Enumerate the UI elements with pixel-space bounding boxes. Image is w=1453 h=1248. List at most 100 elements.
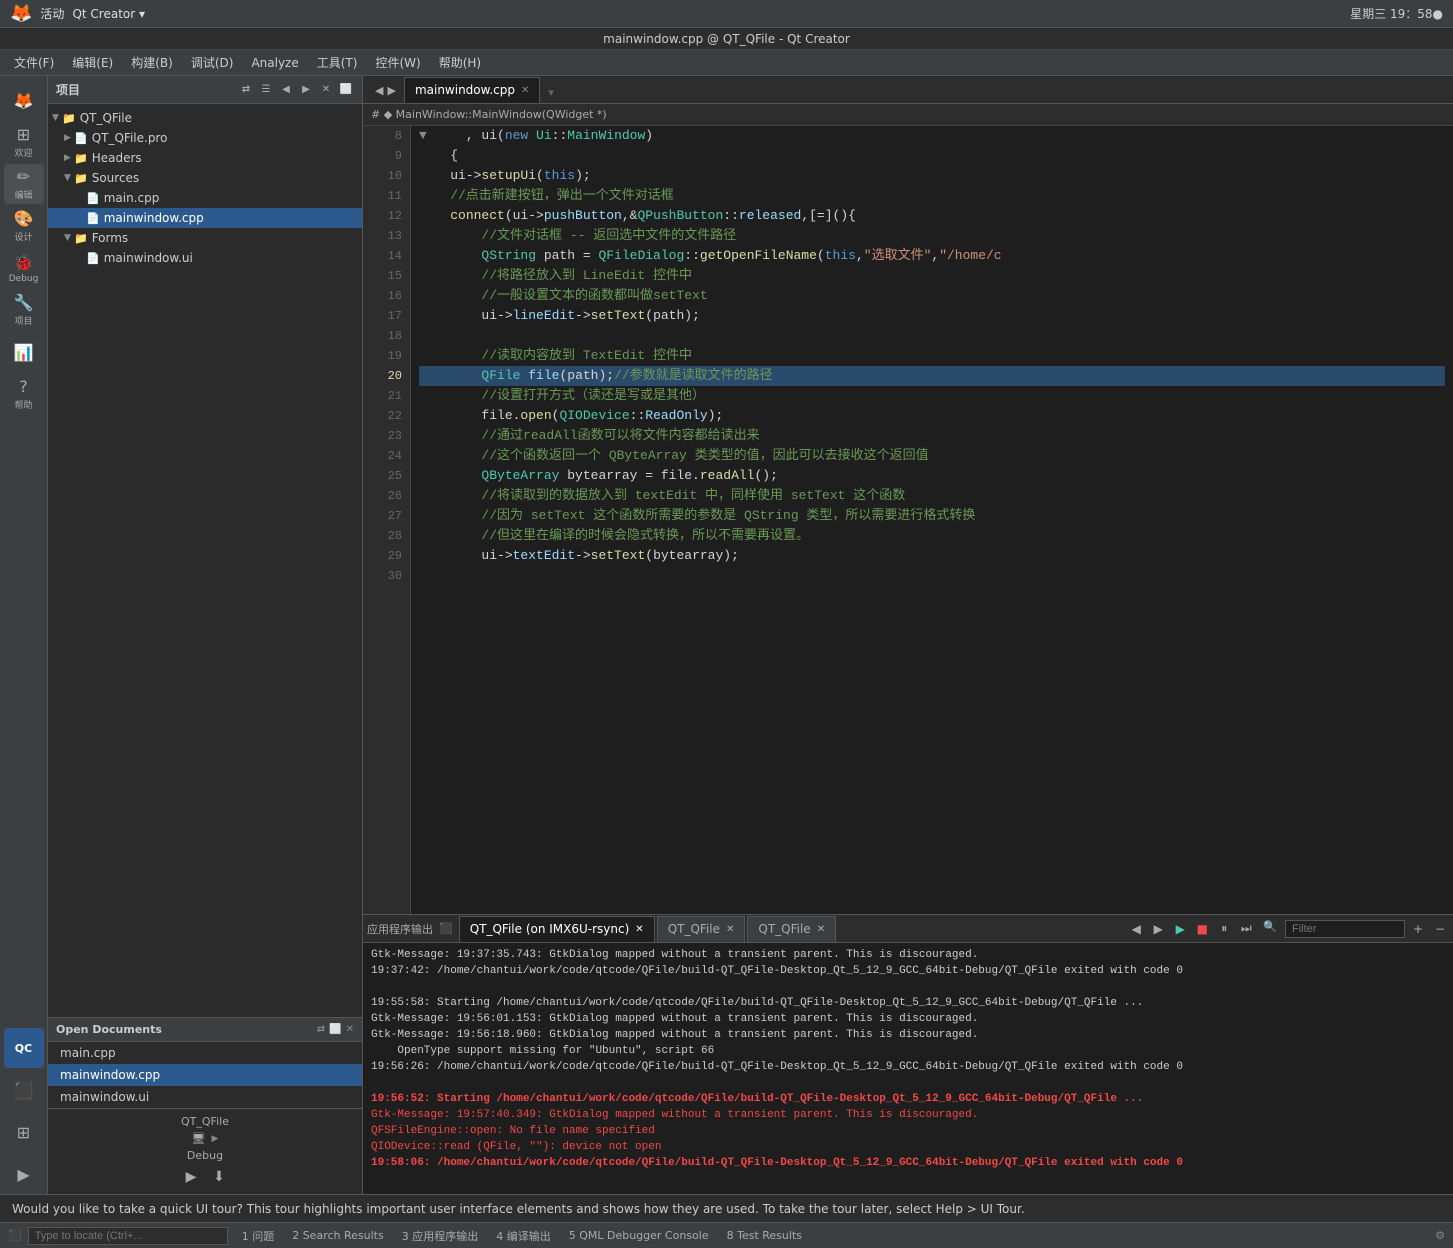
output-tab-qt-qfile-2[interactable]: QT_QFile ✕: [747, 916, 836, 942]
bottom-tab-issues[interactable]: 1 问题: [234, 1226, 283, 1246]
breadcrumb-text: # ◆ MainWindow::MainWindow(QWidget *): [371, 108, 607, 121]
tree-item-mainwindow-cpp[interactable]: 📄 mainwindow.cpp: [48, 208, 362, 228]
debug-arrow: ▶: [212, 1134, 219, 1144]
code-editor[interactable]: 8 9 10 11 12 13 14 15 16 17 18 19 20 21 …: [363, 126, 1453, 914]
welcome-icon: ⊞: [17, 125, 30, 144]
open-docs-close[interactable]: ✕: [346, 1024, 354, 1035]
code-content[interactable]: ▼ , ui(new Ui::MainWindow) { ui->setupUi…: [411, 126, 1453, 914]
tree-item-forms[interactable]: ▼ 📁 Forms: [48, 228, 362, 248]
ln-26: 26: [371, 486, 402, 506]
bottom-tab-qml-debug[interactable]: 5 QML Debugger Console: [561, 1227, 717, 1244]
out-line-11: Gtk-Message: 19:57:40.349: GtkDialog map…: [371, 1107, 1445, 1123]
tree-item-headers[interactable]: ▶ 📁 Headers: [48, 148, 362, 168]
panel-minimize-btn[interactable]: ⬜: [338, 82, 354, 98]
panel-nav-fwd[interactable]: ▶: [298, 82, 314, 98]
output-tab-close[interactable]: ✕: [817, 924, 825, 935]
tree-item-sources[interactable]: ▼ 📁 Sources: [48, 168, 362, 188]
sidebar-btn-project[interactable]: 🔧 项目: [4, 290, 44, 330]
ln-25: 25: [371, 466, 402, 486]
menu-tools[interactable]: 工具(T): [309, 52, 366, 73]
output-tab-close[interactable]: ✕: [635, 924, 643, 935]
pro-file-icon: 📄: [74, 132, 88, 145]
ln-8: 8: [371, 126, 402, 146]
tree-item-mainwindow-ui[interactable]: 📄 mainwindow.ui: [48, 248, 362, 268]
open-doc-main-cpp[interactable]: main.cpp: [48, 1042, 362, 1064]
bottom-tab-search-results[interactable]: 2 Search Results: [284, 1227, 392, 1244]
debug-run-btn[interactable]: ▶: [180, 1166, 202, 1188]
menu-analyze[interactable]: Analyze: [243, 54, 306, 72]
line-numbers: 8 9 10 11 12 13 14 15 16 17 18 19 20 21 …: [363, 126, 411, 914]
output-run-btn[interactable]: ▶: [1171, 920, 1189, 938]
menu-file[interactable]: 文件(F): [6, 52, 62, 73]
output-nav-fwd[interactable]: ▶: [1149, 920, 1167, 938]
tree-arrow: ▼: [64, 173, 74, 183]
panel-header-actions: ⇄ ☰ ◀ ▶ ✕ ⬜: [238, 82, 354, 98]
output-tab-close[interactable]: ✕: [726, 924, 734, 935]
tree-item-qt-qfile[interactable]: ▼ 📁 QT_QFile: [48, 108, 362, 128]
sidebar-btn-welcome[interactable]: ⊞ 欢迎: [4, 122, 44, 162]
out-line-4: 19:55:58: Starting /home/chantui/work/co…: [371, 995, 1445, 1011]
panel-nav-back[interactable]: ◀: [278, 82, 294, 98]
menu-help[interactable]: 帮助(H): [431, 52, 489, 73]
code-line-21: //设置打开方式（读还是写或是其他）: [419, 386, 1445, 406]
menu-edit[interactable]: 编辑(E): [64, 52, 121, 73]
out-line-12: QFSFileEngine::open: No file name specif…: [371, 1123, 1445, 1139]
tab-dropdown-btn[interactable]: ▾: [542, 81, 560, 103]
bottom-tab-app-output[interactable]: 3 应用程序输出: [394, 1226, 487, 1246]
output-remove-btn[interactable]: −: [1431, 920, 1449, 938]
sidebar-btn-debug[interactable]: 🐞 Debug: [4, 248, 44, 288]
out-line-1: Gtk-Message: 19:37:35.743: GtkDialog map…: [371, 947, 1445, 963]
sidebar-btn-apps[interactable]: ⊞: [4, 1112, 44, 1152]
output-tab-qt-qfile-rsync[interactable]: QT_QFile (on IMX6U-rsync) ✕: [459, 916, 655, 942]
sidebar-btn-terminal[interactable]: ⬛: [4, 1070, 44, 1110]
qc-label: QC: [15, 1042, 32, 1055]
output-nav-back[interactable]: ◀: [1127, 920, 1145, 938]
tree-item-label: QT_QFile.pro: [92, 131, 168, 145]
output-tab-qt-qfile-1[interactable]: QT_QFile ✕: [657, 916, 746, 942]
locate-input[interactable]: [28, 1227, 228, 1245]
panel-close-btn[interactable]: ✕: [318, 82, 334, 98]
code-line-10: ui->setupUi(this);: [419, 166, 1445, 186]
notification-bar: Would you like to take a quick UI tour? …: [0, 1194, 1453, 1222]
open-docs-expand[interactable]: ⬜: [329, 1024, 341, 1035]
code-line-19: //读取内容放到 TextEdit 控件中: [419, 346, 1445, 366]
nav-back-btn[interactable]: ◀: [375, 84, 383, 97]
tree-item-pro[interactable]: ▶ 📄 QT_QFile.pro: [48, 128, 362, 148]
bottom-tab-test[interactable]: 8 Test Results: [719, 1227, 810, 1244]
output-step-btn[interactable]: ⏸: [1215, 920, 1233, 938]
menu-build[interactable]: 构建(B): [123, 52, 181, 73]
ln-18: 18: [371, 326, 402, 346]
sidebar-btn-help[interactable]: ? 帮助: [4, 374, 44, 414]
sidebar-btn-edit[interactable]: ✏ 编辑: [4, 164, 44, 204]
open-docs-sync[interactable]: ⇄: [317, 1024, 325, 1035]
sidebar-btn-design[interactable]: 🎨 设计: [4, 206, 44, 246]
bottom-tab-compile[interactable]: 4 编译输出: [488, 1226, 559, 1246]
output-filter-input[interactable]: [1285, 920, 1405, 938]
output-stop-btn[interactable]: ■: [1193, 920, 1211, 938]
open-doc-mainwindow-ui[interactable]: mainwindow.ui: [48, 1086, 362, 1108]
sidebar-btn-firefox[interactable]: 🦊: [4, 80, 44, 120]
datetime-display: 星期三 19：58●: [1350, 5, 1443, 22]
open-doc-mainwindow-cpp[interactable]: mainwindow.cpp: [48, 1064, 362, 1086]
sidebar-btn-forward[interactable]: ▶: [4, 1154, 44, 1194]
menu-widgets[interactable]: 控件(W): [367, 52, 428, 73]
open-docs-title: Open Documents: [56, 1023, 162, 1036]
menu-debug[interactable]: 调试(D): [183, 52, 242, 73]
output-next-btn[interactable]: ⏭: [1237, 920, 1255, 938]
editor-tab-mainwindow-cpp[interactable]: mainwindow.cpp ✕: [404, 77, 540, 103]
panel-sync-btn[interactable]: ⇄: [238, 82, 254, 98]
tree-item-main-cpp[interactable]: 📄 main.cpp: [48, 188, 362, 208]
qt-creator-label[interactable]: Qt Creator ▾: [72, 7, 145, 21]
output-add-btn[interactable]: +: [1409, 920, 1427, 938]
bottom-settings-icon[interactable]: ⚙: [1435, 1229, 1445, 1242]
panel-filter-btn[interactable]: ☰: [258, 82, 274, 98]
tree-item-label: mainwindow.ui: [104, 251, 193, 265]
sidebar-btn-analyze[interactable]: 📊: [4, 332, 44, 372]
ln-17: 17: [371, 306, 402, 326]
code-line-18: [419, 326, 1445, 346]
ln-16: 16: [371, 286, 402, 306]
sidebar-btn-qc[interactable]: QC: [4, 1028, 44, 1068]
tab-close-btn[interactable]: ✕: [521, 85, 529, 96]
nav-fwd-btn[interactable]: ▶: [387, 84, 395, 97]
debug-step-btn[interactable]: ⬇: [208, 1166, 230, 1188]
